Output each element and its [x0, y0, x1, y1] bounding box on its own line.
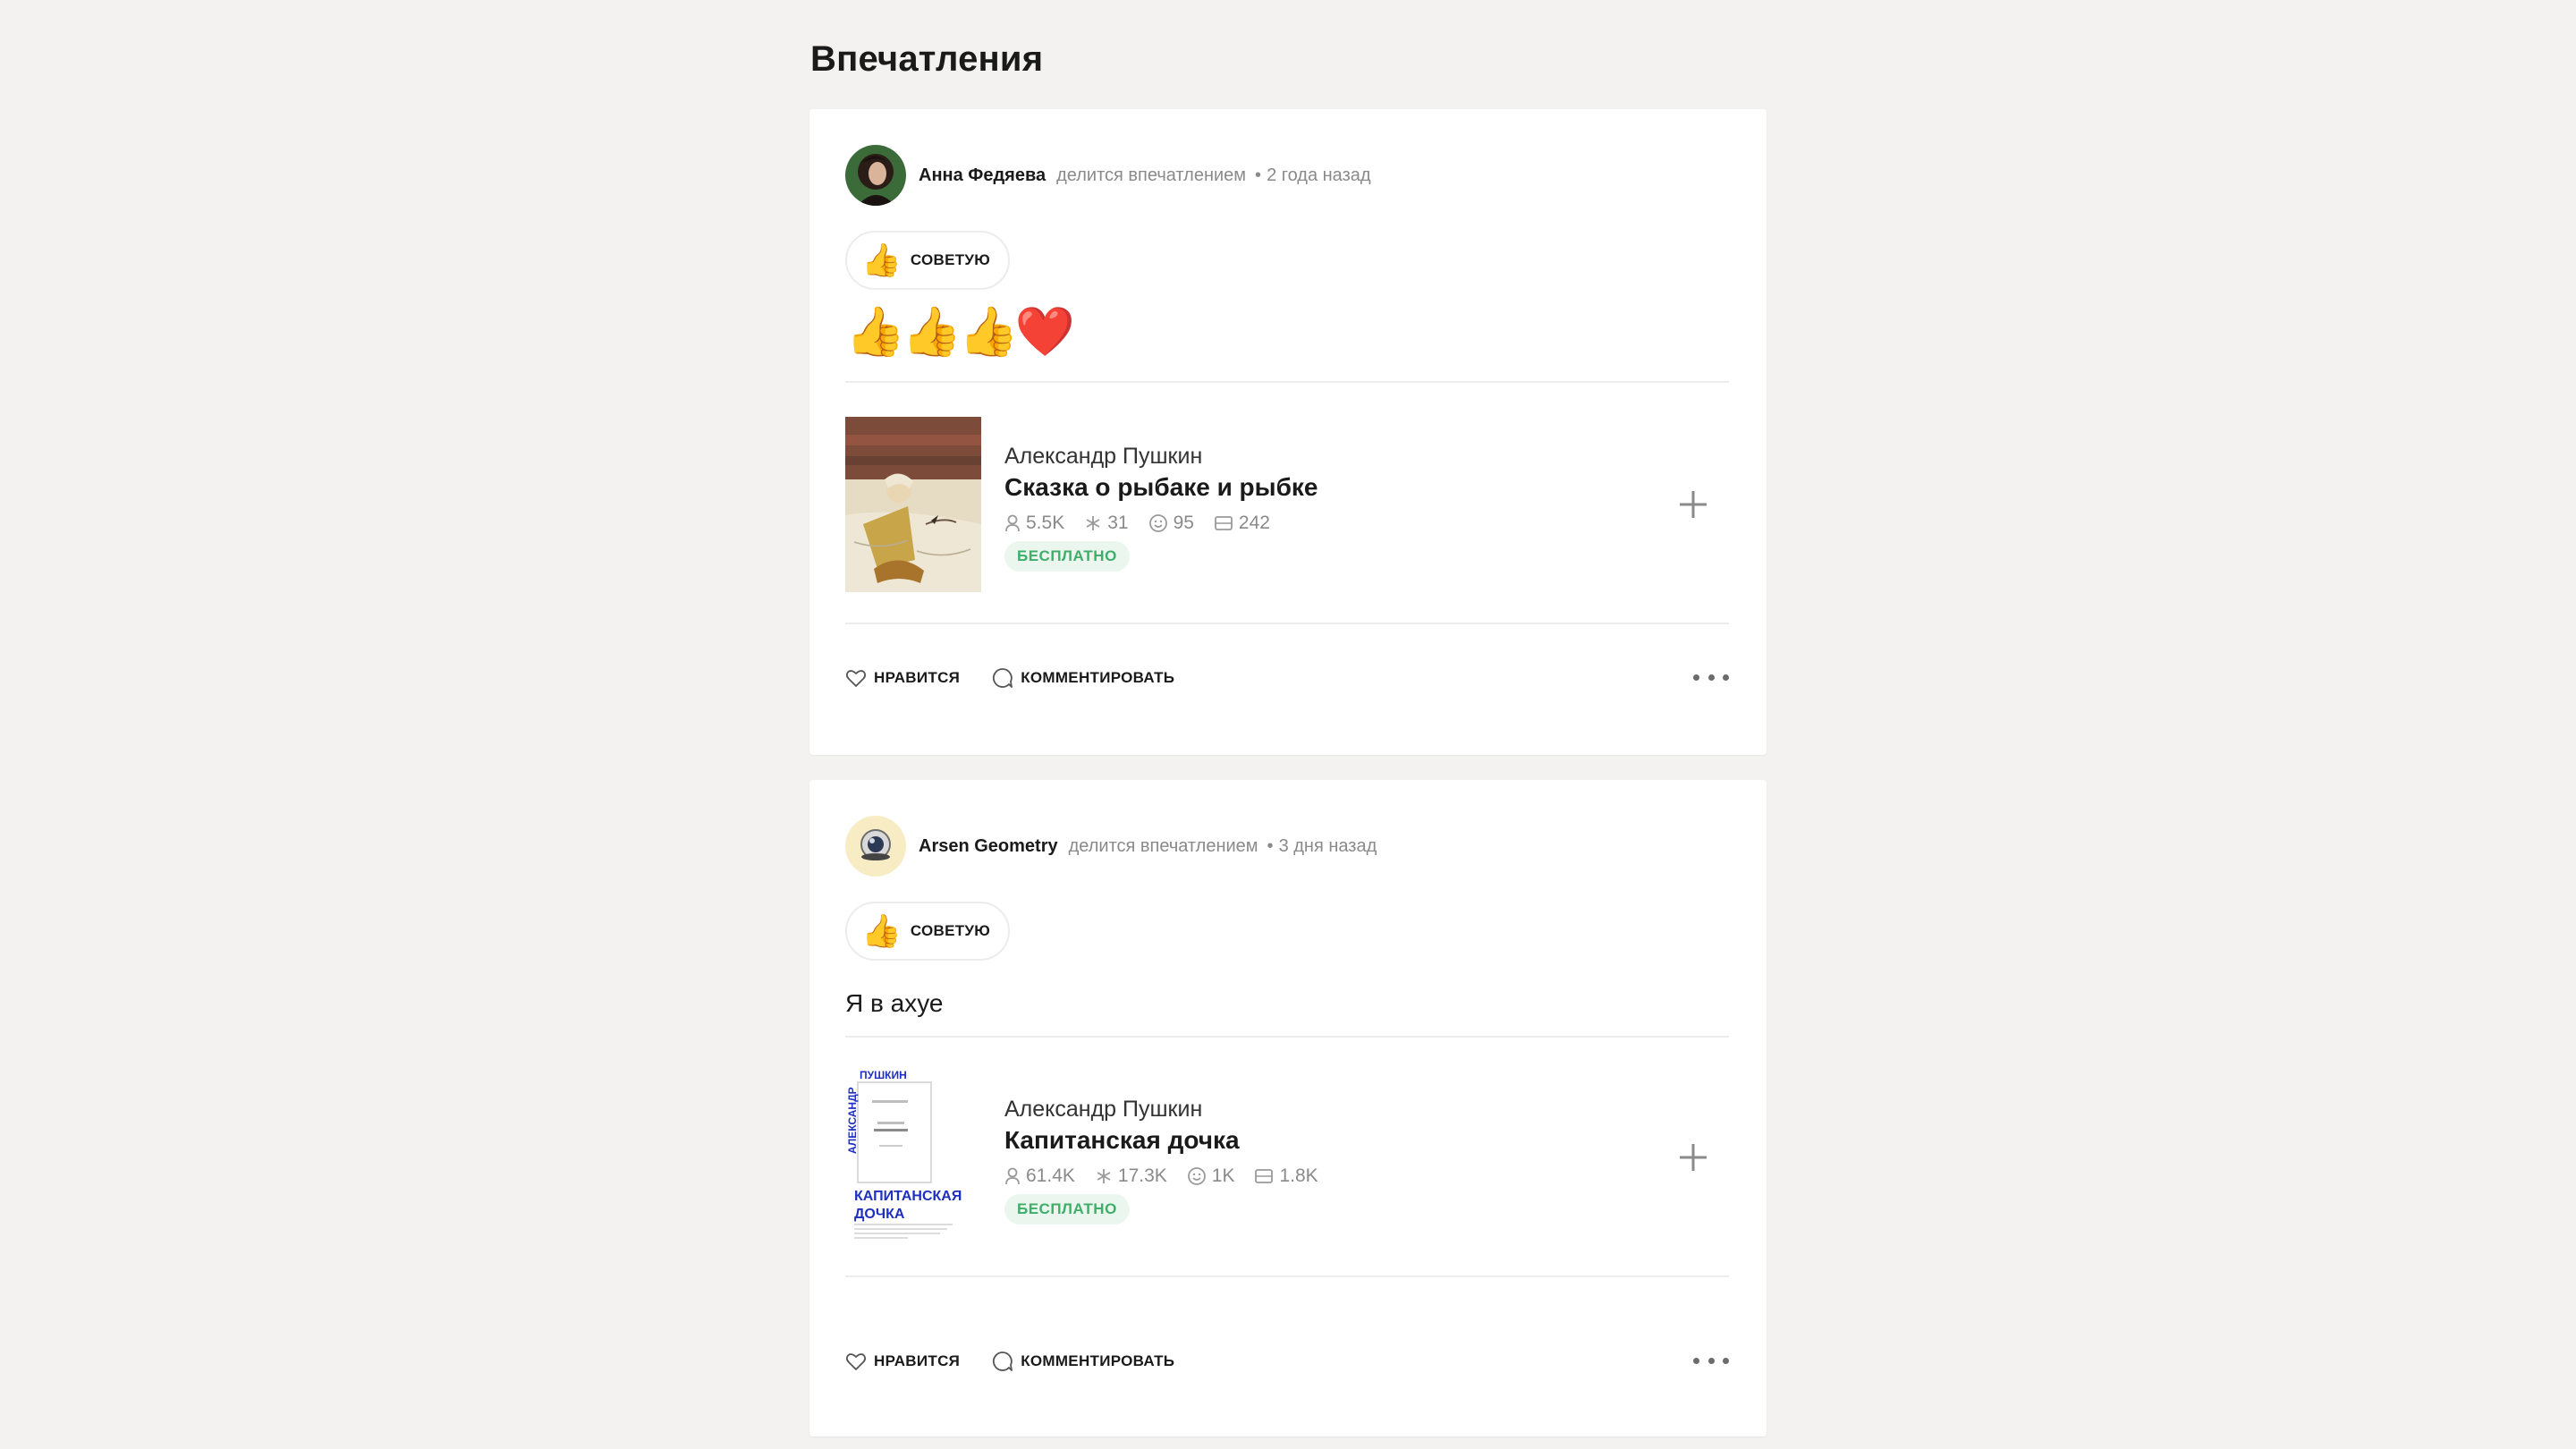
star-icon — [1097, 1169, 1111, 1183]
book-cover[interactable]: ПУШКИН АЛЕКСАНДР КАПИТАНСКАЯ ДОЧКА — [845, 1070, 981, 1245]
impressions-stat: 95 — [1148, 513, 1194, 534]
cover-title-line1: КАПИТАНСКАЯ — [854, 1189, 962, 1204]
post-action-text: делится впечатлением — [1068, 835, 1258, 856]
post-header: Анна Федяева делится впечатлением • 2 го… — [845, 145, 1371, 206]
book-item[interactable]: Александр Пушкин Сказка о рыбаке и рыбке… — [845, 417, 1729, 592]
smile-icon — [1187, 1167, 1206, 1185]
divider — [845, 1036, 1729, 1038]
divider — [845, 1275, 1729, 1277]
book-icon — [1215, 516, 1233, 530]
book-icon — [1255, 1169, 1274, 1183]
impressions-count: 1K — [1211, 1165, 1235, 1186]
heart-icon — [845, 1353, 867, 1370]
author-name[interactable]: Анна Федяева — [919, 165, 1046, 186]
quotes-count: 31 — [1107, 513, 1129, 533]
post-header: Arsen Geometry делится впечатлением • 3 … — [845, 816, 1377, 877]
comment-bubble-icon — [993, 1352, 1013, 1371]
ellipsis-icon — [1693, 674, 1699, 681]
add-to-shelf-button[interactable] — [1675, 1140, 1711, 1175]
impression-card: Arsen Geometry делится впечатлением • 3 … — [809, 780, 1767, 1436]
book-cover[interactable] — [845, 417, 981, 592]
person-icon — [1005, 1167, 1020, 1185]
avatar[interactable] — [845, 145, 906, 206]
more-options-button[interactable] — [1693, 1347, 1729, 1374]
recommend-label: СОВЕТУЮ — [910, 922, 991, 939]
recommend-label: СОВЕТУЮ — [910, 251, 991, 268]
book-info: Александр Пушкин Капитанская дочка 61.4K… — [1004, 1097, 1338, 1224]
readers-stat: 61.4K — [1004, 1165, 1075, 1187]
ellipsis-icon — [1693, 1357, 1699, 1364]
post-footer: НРАВИТСЯ КОММЕНТИРОВАТЬ — [845, 1343, 1729, 1379]
plus-icon — [1680, 491, 1707, 518]
person-icon — [1005, 514, 1020, 532]
readers-count: 5.5K — [1026, 513, 1065, 533]
comment-bubble-icon — [993, 668, 1013, 688]
comment-label: КОММЕНТИРОВАТЬ — [1021, 669, 1175, 686]
book-title[interactable]: Капитанская дочка — [1004, 1126, 1338, 1155]
add-to-shelf-button[interactable] — [1675, 487, 1711, 522]
thumbs-up-icon: 👍 — [861, 242, 902, 278]
recommend-badge: 👍 СОВЕТУЮ — [845, 231, 1011, 290]
cover-top-text: ПУШКИН — [860, 1070, 907, 1081]
recommend-badge: 👍 СОВЕТУЮ — [845, 902, 1011, 961]
post-body: Я в ахуе — [845, 989, 944, 1017]
readers-stat: 5.5K — [1004, 513, 1064, 534]
pages-stat: 1.8K — [1254, 1165, 1318, 1187]
post-footer: НРАВИТСЯ КОММЕНТИРОВАТЬ — [845, 660, 1729, 696]
quotes-count: 17.3K — [1117, 1165, 1167, 1186]
plus-icon — [1680, 1144, 1707, 1171]
post-time[interactable]: 2 года назад — [1267, 165, 1370, 186]
post-action-text: делится впечатлением — [1056, 165, 1247, 185]
avatar[interactable] — [845, 816, 906, 877]
impressions-count: 95 — [1173, 513, 1194, 533]
more-options-button[interactable] — [1693, 664, 1729, 691]
comment-label: КОММЕНТИРОВАТЬ — [1021, 1352, 1175, 1369]
cover-title-line2: ДОЧКА — [854, 1207, 905, 1222]
comment-button[interactable]: КОММЕНТИРОВАТЬ — [992, 667, 1174, 689]
author-name[interactable]: Arsen Geometry — [919, 836, 1058, 857]
pages-stat: 242 — [1214, 513, 1270, 534]
book-author[interactable]: Александр Пушкин — [1004, 1097, 1338, 1123]
like-label: НРАВИТСЯ — [874, 1352, 961, 1369]
impression-card: Анна Федяева делится впечатлением • 2 го… — [809, 109, 1767, 755]
pages-count: 242 — [1238, 513, 1270, 533]
book-info: Александр Пушкин Сказка о рыбаке и рыбке… — [1004, 444, 1318, 572]
like-button[interactable]: НРАВИТСЯ — [845, 1352, 960, 1371]
free-badge: БЕСПЛАТНО — [1004, 541, 1130, 572]
book-item[interactable]: ПУШКИН АЛЕКСАНДР КАПИТАНСКАЯ ДОЧКА Алекс… — [845, 1070, 1729, 1245]
star-icon — [1086, 516, 1100, 530]
quotes-stat: 31 — [1084, 513, 1129, 534]
pages-count: 1.8K — [1279, 1165, 1318, 1186]
free-badge: БЕСПЛАТНО — [1004, 1194, 1130, 1224]
cover-side-text: АЛЕКСАНДР — [846, 1087, 859, 1154]
post-body: 👍👍👍❤️ — [845, 305, 1075, 359]
like-button[interactable]: НРАВИТСЯ — [845, 668, 960, 688]
page-title: Впечатления — [810, 39, 1044, 79]
comment-button[interactable]: КОММЕНТИРОВАТЬ — [992, 1351, 1174, 1372]
book-stats: 61.4K 17.3K 1K 1.8K — [1004, 1165, 1338, 1187]
separator-dot: • — [1267, 835, 1274, 856]
thumbs-up-icon: 👍 — [861, 912, 902, 949]
divider — [845, 381, 1729, 383]
post-time[interactable]: 3 дня назад — [1279, 836, 1377, 857]
divider — [845, 623, 1729, 624]
impressions-stat: 1K — [1187, 1165, 1235, 1187]
book-stats: 5.5K 31 95 242 — [1004, 513, 1318, 534]
quotes-stat: 17.3K — [1095, 1165, 1167, 1187]
smile-icon — [1148, 514, 1167, 532]
like-label: НРАВИТСЯ — [874, 669, 961, 686]
readers-count: 61.4K — [1026, 1165, 1075, 1186]
separator-dot: • — [1255, 165, 1262, 185]
book-author[interactable]: Александр Пушкин — [1004, 444, 1318, 470]
book-title[interactable]: Сказка о рыбаке и рыбке — [1004, 473, 1318, 502]
heart-icon — [845, 670, 867, 687]
